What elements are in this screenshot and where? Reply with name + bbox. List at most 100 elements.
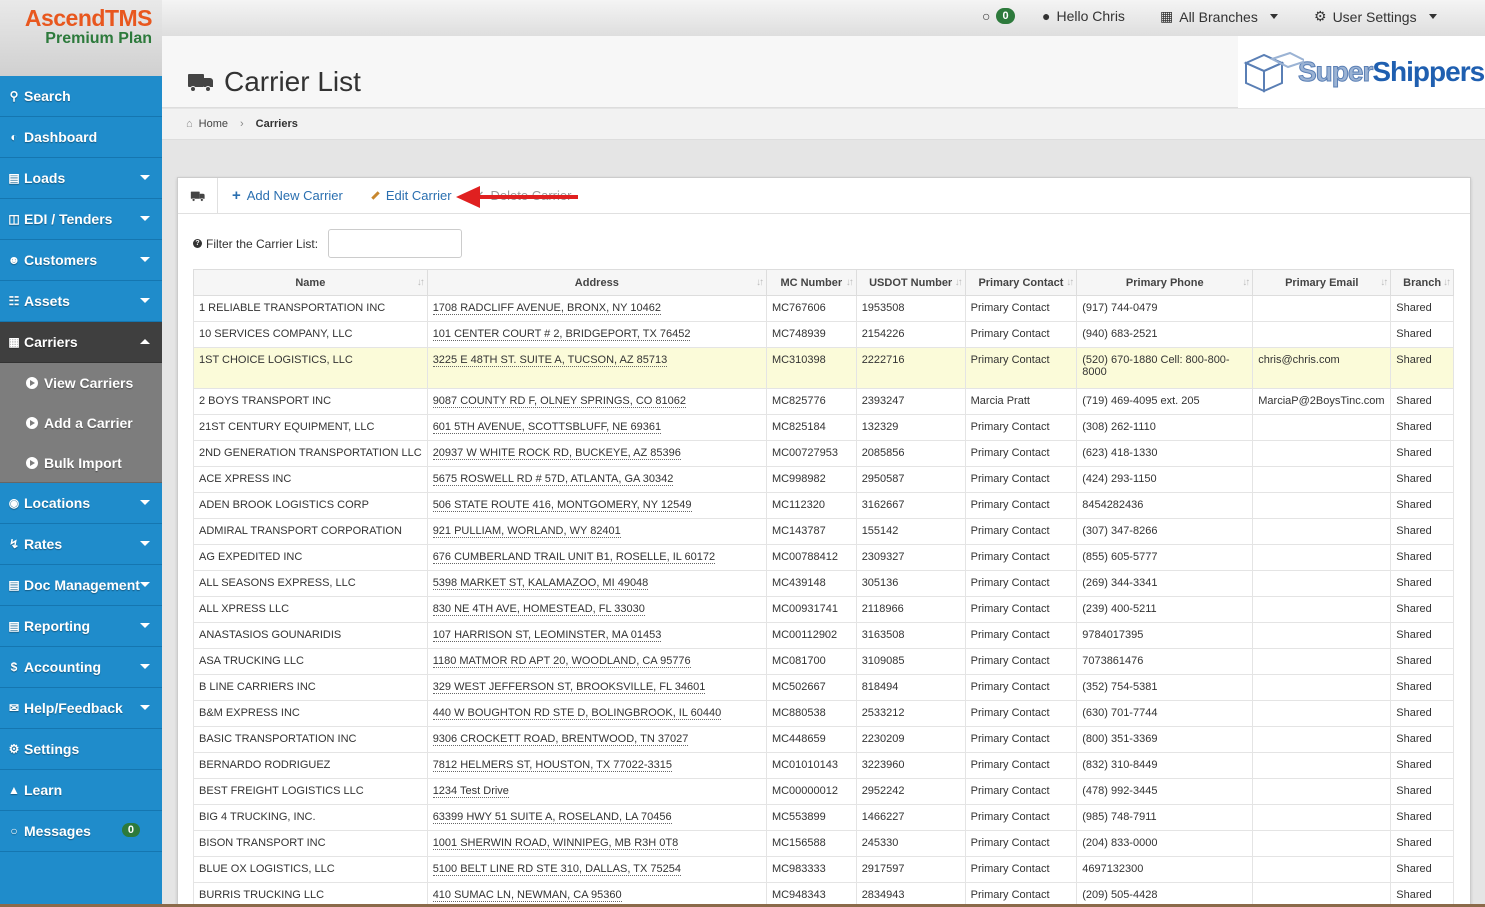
sidebar-item-label: Help/Feedback [24, 700, 123, 716]
column-header[interactable]: Primary Contact ↓↑ [964, 269, 1078, 296]
table-row[interactable]: AG EXPEDITED INC 676 CUMBERLAND TRAIL UNI… [193, 544, 1454, 571]
table-row[interactable]: ASA TRUCKING LLC 1180 MATMOR RD APT 20, W… [193, 648, 1454, 675]
table-row[interactable]: ADMIRAL TRANSPORT CORPORATION 921 PULLIAM… [193, 518, 1454, 545]
table-row[interactable]: BIG 4 TRUCKING, INC. 63399 HWY 51 SUITE A… [193, 804, 1454, 831]
edit-carrier-button[interactable]: Edit Carrier [371, 188, 452, 203]
table-row[interactable]: ACE XPRESS INC 5675 ROSWELL RD # 57D, ATL… [193, 466, 1454, 493]
sidebar-item-dashboard[interactable]: ◐ Dashboard [0, 117, 162, 158]
table-row[interactable]: 1ST CHOICE LOGISTICS, LLC 3225 E 48TH ST.… [193, 347, 1454, 389]
sidebar-item-help-feedback[interactable]: ✉ Help/Feedback [0, 688, 162, 729]
column-header[interactable]: Primary Email ↓↑ [1252, 269, 1392, 296]
user-settings-dropdown[interactable]: ⚙ User Settings [1314, 8, 1437, 25]
table-cell[interactable]: 1001 SHERWIN ROAD, WINNIPEG, MB R3H 0T8 [426, 830, 767, 857]
sidebar-item-search[interactable]: ⚲ Search [0, 76, 162, 117]
table-row[interactable]: 10 SERVICES COMPANY, LLC 101 CENTER COURT… [193, 321, 1454, 348]
sort-icon[interactable]: ↓↑ [417, 277, 425, 288]
table-cell[interactable]: 1234 Test Drive [426, 778, 767, 805]
table-cell[interactable]: 1708 RADCLIFF AVENUE, BRONX, NY 10462 [426, 295, 767, 322]
table-cell[interactable]: 9306 CROCKETT ROAD, BRENTWOOD, TN 37027 [426, 726, 767, 753]
page-header: Carrier List SuperShippers [162, 36, 1485, 108]
table-row[interactable]: ALL SEASONS EXPRESS, LLC 5398 MARKET ST, … [193, 570, 1454, 597]
filter-input[interactable] [328, 229, 463, 258]
column-header[interactable]: Branch ↓↑ [1390, 269, 1454, 296]
table-cell[interactable]: 9087 COUNTY RD F, OLNEY SPRINGS, CO 8106… [426, 388, 767, 415]
table-row[interactable]: BLUE OX LOGISTICS, LLC 5100 BELT LINE RD … [193, 856, 1454, 883]
table-cell[interactable]: 1180 MATMOR RD APT 20, WOODLAND, CA 9577… [426, 648, 767, 675]
table-cell[interactable]: 5100 BELT LINE RD STE 310, DALLAS, TX 75… [426, 856, 767, 883]
table-row[interactable]: B LINE CARRIERS INC 329 WEST JEFFERSON ST… [193, 674, 1454, 701]
table-cell[interactable]: 921 PULLIAM, WORLAND, WY 82401 [426, 518, 767, 545]
table-cell: Primary Contact [964, 596, 1078, 623]
table-cell: Primary Contact [964, 570, 1078, 597]
cell-text: Shared [1396, 785, 1432, 797]
sort-icon[interactable]: ↓↑ [846, 277, 854, 288]
column-header[interactable]: MC Number ↓↑ [765, 269, 857, 296]
table-cell[interactable]: 5398 MARKET ST, KALAMAZOO, MI 49048 [426, 570, 767, 597]
sidebar-item-settings[interactable]: ⚙ Settings [0, 729, 162, 770]
table-cell[interactable]: 830 NE 4TH AVE, HOMESTEAD, FL 33030 [426, 596, 767, 623]
table-row[interactable]: ANASTASIOS GOUNARIDIS 107 HARRISON ST, LE… [193, 622, 1454, 649]
cell-text: 9784017395 [1082, 629, 1144, 641]
sidebar-item-accounting[interactable]: $ Accounting [0, 647, 162, 688]
table-cell[interactable]: 601 5TH AVENUE, SCOTTSBLUFF, NE 69361 [426, 414, 767, 441]
column-header[interactable]: Name ↓↑ [193, 269, 428, 296]
table-cell[interactable]: 3225 E 48TH ST. SUITE A, TUCSON, AZ 8571… [426, 347, 767, 389]
table-row[interactable]: 2 BOYS TRANSPORT INC 9087 COUNTY RD F, OL… [193, 388, 1454, 415]
breadcrumb-home[interactable]: Home [199, 118, 228, 130]
sidebar-item-doc-management[interactable]: ▤ Doc Management [0, 565, 162, 606]
sidebar-subitem-view-carriers[interactable]: View Carriers [0, 363, 162, 403]
sidebar-item-carriers[interactable]: ▦ Carriers [0, 322, 162, 363]
table-cell: Shared [1390, 570, 1454, 597]
sort-icon[interactable]: ↓↑ [955, 277, 963, 288]
cell-text: (832) 310-8449 [1082, 759, 1158, 771]
sort-icon[interactable]: ↓↑ [1242, 277, 1250, 288]
cell-text: MC948343 [771, 889, 826, 901]
sidebar-item-edi-tenders[interactable]: ◫ EDI / Tenders [0, 199, 162, 240]
add-carrier-button[interactable]: + Add New Carrier [232, 187, 343, 204]
column-header[interactable]: Address ↓↑ [426, 269, 767, 296]
table-cell[interactable]: 20937 W WHITE ROCK RD, BUCKEYE, AZ 85396 [426, 440, 767, 467]
sidebar-item-learn[interactable]: ▲ Learn [0, 770, 162, 811]
messages-indicator[interactable]: ○ 0 [982, 8, 1015, 24]
table-cell[interactable]: 101 CENTER COURT # 2, BRIDGEPORT, TX 764… [426, 321, 767, 348]
table-row[interactable]: 2ND GENERATION TRANSPORTATION LLC 20937 W… [193, 440, 1454, 467]
sort-icon[interactable]: ↓↑ [1066, 277, 1074, 288]
table-cell[interactable]: 107 HARRISON ST, LEOMINSTER, MA 01453 [426, 622, 767, 649]
sidebar-item-assets[interactable]: ☷ Assets [0, 281, 162, 322]
table-cell [1252, 700, 1392, 727]
table-row[interactable]: 21ST CENTURY EQUIPMENT, LLC 601 5TH AVENU… [193, 414, 1454, 441]
sidebar-item-locations[interactable]: ◉ Locations [0, 483, 162, 524]
table-row[interactable]: 1 RELIABLE TRANSPORTATION INC 1708 RADCLI… [193, 295, 1454, 322]
sidebar-item-reporting[interactable]: ▤ Reporting [0, 606, 162, 647]
table-row[interactable]: ADEN BROOK LOGISTICS CORP 506 STATE ROUTE… [193, 492, 1454, 519]
sidebar-item-messages[interactable]: ○ Messages 0 [0, 811, 162, 852]
branches-dropdown[interactable]: ▦ All Branches [1160, 8, 1278, 25]
sort-icon[interactable]: ↓↑ [1380, 277, 1388, 288]
sort-icon[interactable]: ↓↑ [1443, 277, 1451, 288]
table-cell[interactable]: 440 W BOUGHTON RD STE D, BOLINGBROOK, IL… [426, 700, 767, 727]
sidebar-item-rates[interactable]: ↯ Rates [0, 524, 162, 565]
table-cell[interactable]: 7812 HELMERS ST, HOUSTON, TX 77022-3315 [426, 752, 767, 779]
sort-icon[interactable]: ↓↑ [756, 277, 764, 288]
sidebar-subitem-bulk-import[interactable]: Bulk Import [0, 443, 162, 483]
table-cell: Primary Contact [964, 648, 1078, 675]
table-cell[interactable]: 5675 ROSWELL RD # 57D, ATLANTA, GA 30342 [426, 466, 767, 493]
sidebar-item-loads[interactable]: ▤ Loads [0, 158, 162, 199]
column-header[interactable]: USDOT Number ↓↑ [855, 269, 966, 296]
table-row[interactable]: ALL XPRESS LLC 830 NE 4TH AVE, HOMESTEAD,… [193, 596, 1454, 623]
app-logo[interactable]: AscendTMS Premium Plan [0, 0, 162, 76]
table-row[interactable]: BERNARDO RODRIGUEZ 7812 HELMERS ST, HOUST… [193, 752, 1454, 779]
table-cell[interactable]: 329 WEST JEFFERSON ST, BROOKSVILLE, FL 3… [426, 674, 767, 701]
table-cell[interactable]: 676 CUMBERLAND TRAIL UNIT B1, ROSELLE, I… [426, 544, 767, 571]
cell-text: Shared [1396, 629, 1432, 641]
table-row[interactable]: B&M EXPRESS INC 440 W BOUGHTON RD STE D, … [193, 700, 1454, 727]
sidebar-subitem-add-carrier[interactable]: Add a Carrier [0, 403, 162, 443]
table-row[interactable]: BISON TRANSPORT INC 1001 SHERWIN ROAD, WI… [193, 830, 1454, 857]
table-cell[interactable]: 506 STATE ROUTE 416, MONTGOMERY, NY 1254… [426, 492, 767, 519]
table-cell[interactable]: 63399 HWY 51 SUITE A, ROSELAND, LA 70456 [426, 804, 767, 831]
column-header[interactable]: Primary Phone ↓↑ [1076, 269, 1254, 296]
table-row[interactable]: BASIC TRANSPORTATION INC 9306 CROCKETT RO… [193, 726, 1454, 753]
sidebar-item-customers[interactable]: ☻ Customers [0, 240, 162, 281]
cell-text: (917) 744-0479 [1082, 302, 1158, 314]
table-row[interactable]: BEST FREIGHT LOGISTICS LLC 1234 Test Driv… [193, 778, 1454, 805]
